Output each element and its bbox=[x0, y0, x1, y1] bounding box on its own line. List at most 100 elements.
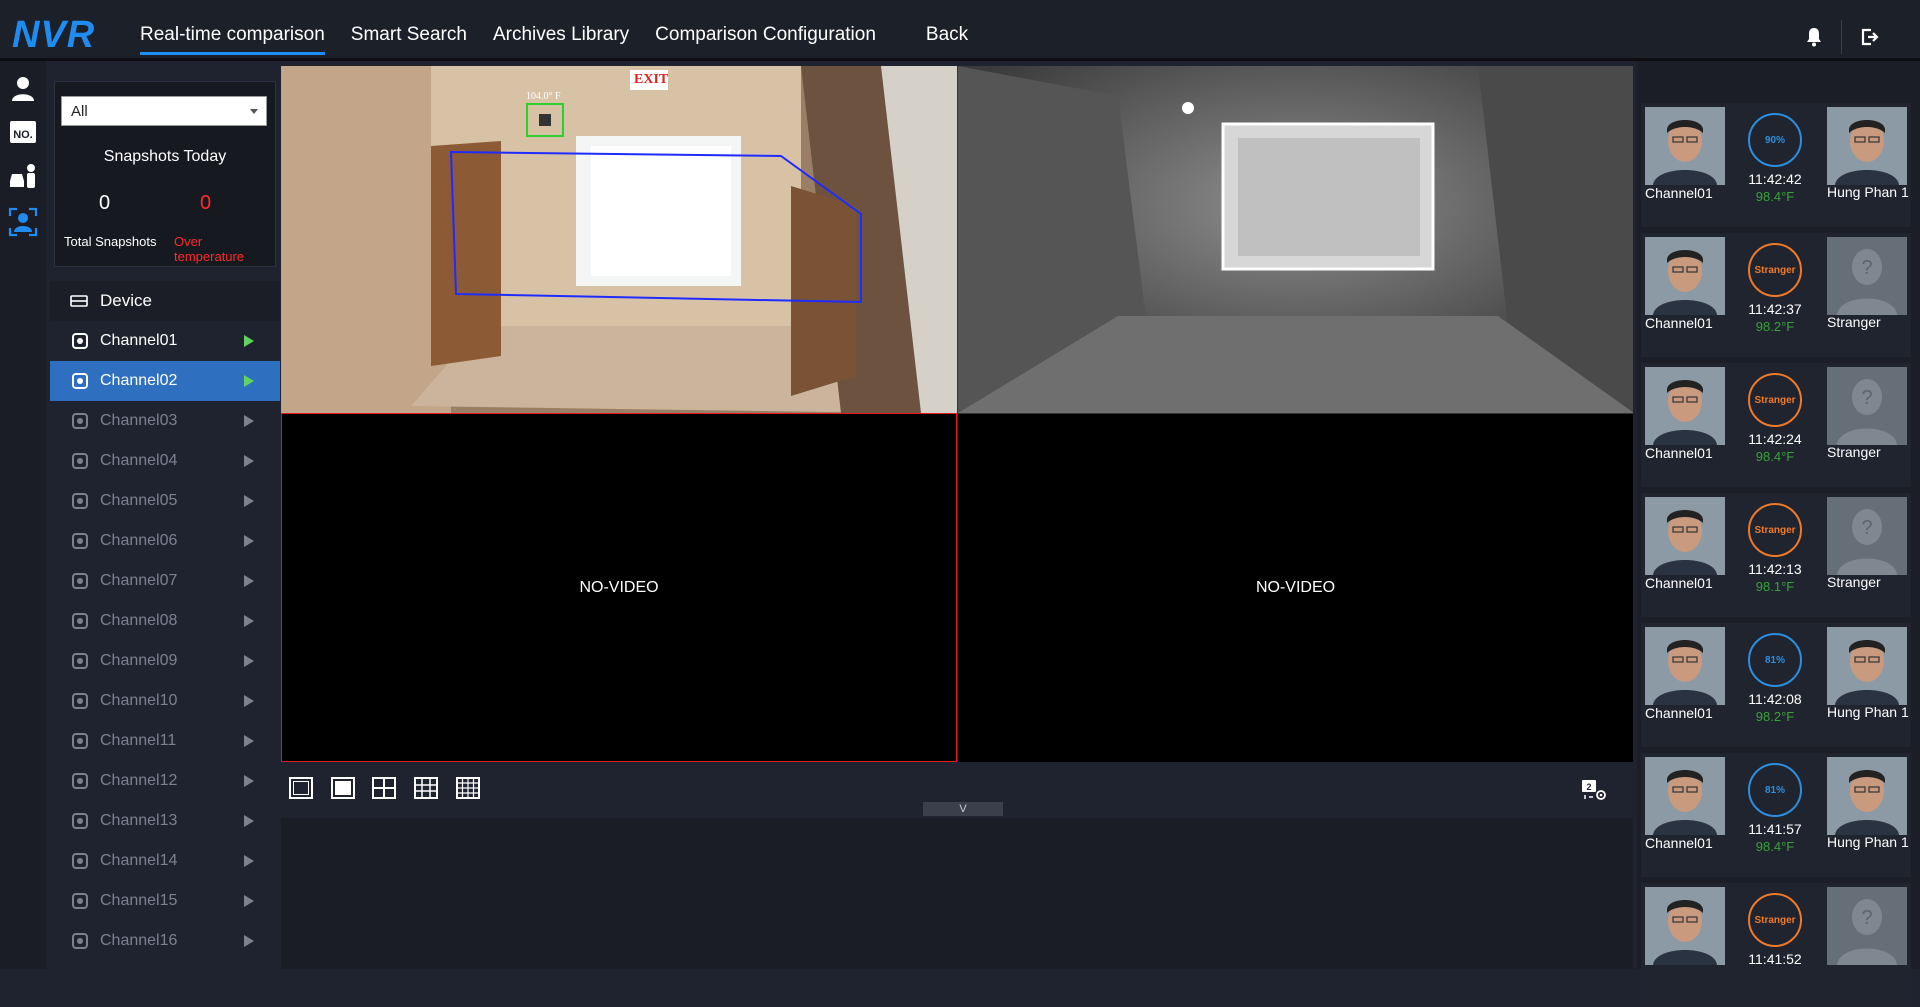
camera-icon bbox=[72, 853, 88, 869]
channel-item[interactable]: Channel09 bbox=[50, 641, 280, 681]
stranger-placeholder: ? bbox=[1827, 497, 1907, 575]
play-icon[interactable] bbox=[244, 415, 254, 427]
comparison-records-panel: 90% 11:42:42 98.4°F Channel01 Hung Phan 1 Str… bbox=[1637, 61, 1920, 1007]
channel-label: Channel15 bbox=[100, 892, 178, 909]
comparison-record[interactable]: 81% 11:41:57 98.4°F Channel01 Hung Phan 1 bbox=[1641, 753, 1911, 877]
play-icon[interactable] bbox=[244, 895, 254, 907]
record-person-name: Hung Phan 1 bbox=[1827, 704, 1909, 720]
record-temperature: 98.2°F bbox=[1755, 709, 1795, 724]
layout-2x2-button[interactable] bbox=[372, 777, 396, 799]
channel-item[interactable]: Channel13 bbox=[50, 801, 280, 841]
channel-item[interactable]: Channel08 bbox=[50, 601, 280, 641]
channel-label: Channel14 bbox=[100, 852, 178, 869]
play-icon[interactable] bbox=[244, 535, 254, 547]
channel-item[interactable]: Channel02 bbox=[50, 361, 280, 401]
nvr-logo: NVR bbox=[12, 14, 96, 56]
play-icon[interactable] bbox=[244, 335, 254, 347]
channel-label: Channel02 bbox=[100, 372, 178, 389]
channel-item[interactable]: Channel04 bbox=[50, 441, 280, 481]
channel-item[interactable]: Channel05 bbox=[50, 481, 280, 521]
record-person-name: Stranger bbox=[1827, 574, 1881, 590]
snapshots-summary: All Snapshots Today 0 0 Total Snapshots … bbox=[54, 81, 276, 267]
channel-item[interactable]: Channel06 bbox=[50, 521, 280, 561]
play-icon[interactable] bbox=[244, 375, 254, 387]
play-icon[interactable] bbox=[244, 695, 254, 707]
play-icon[interactable] bbox=[244, 575, 254, 587]
channel-item[interactable]: Channel10 bbox=[50, 681, 280, 721]
play-icon[interactable] bbox=[244, 855, 254, 867]
play-icon[interactable] bbox=[244, 775, 254, 787]
svg-text:?: ? bbox=[1861, 257, 1872, 279]
play-icon[interactable] bbox=[244, 655, 254, 667]
collapse-bottom-panel-button[interactable]: V bbox=[923, 802, 1003, 816]
layout-3x3-button[interactable] bbox=[414, 777, 438, 799]
camera-icon bbox=[72, 493, 88, 509]
camera-icon bbox=[72, 413, 88, 429]
play-icon[interactable] bbox=[244, 495, 254, 507]
bell-icon[interactable] bbox=[1805, 27, 1823, 47]
record-person-name: Hung Phan 1 bbox=[1827, 834, 1909, 850]
camera-icon bbox=[72, 733, 88, 749]
display-settings-icon[interactable]: 2 bbox=[1581, 779, 1607, 801]
layout-4x4-button[interactable] bbox=[456, 777, 480, 799]
video-tile-1[interactable]: 104.0° F EXIT bbox=[281, 66, 957, 413]
tab-smart-search[interactable]: Smart Search bbox=[351, 0, 467, 61]
filter-select[interactable]: All bbox=[61, 96, 267, 126]
tab-comparison-configuration[interactable]: Comparison Configuration bbox=[655, 0, 876, 61]
over-temperature-label: Over temperature bbox=[174, 234, 245, 264]
snapshot-thumbnail bbox=[1645, 107, 1725, 185]
play-icon[interactable] bbox=[244, 815, 254, 827]
record-time: 11:42:24 bbox=[1748, 431, 1802, 447]
record-temperature: 98.4°F bbox=[1755, 449, 1795, 464]
comparison-record[interactable]: 81% 11:42:08 98.2°F Channel01 Hung Phan 1 bbox=[1641, 623, 1911, 747]
channel-item[interactable]: Channel15 bbox=[50, 881, 280, 921]
corridor-camera-view bbox=[281, 66, 957, 413]
chevron-down-icon bbox=[250, 109, 258, 114]
channel-item[interactable]: Channel16 bbox=[50, 921, 280, 961]
tab-real-time-comparison[interactable]: Real-time comparison bbox=[140, 0, 325, 61]
comparison-record[interactable]: 90% 11:42:42 98.4°F Channel01 Hung Phan 1 bbox=[1641, 103, 1911, 227]
tab-archives-library[interactable]: Archives Library bbox=[493, 0, 629, 61]
comparison-record[interactable]: Stranger 11:42:24 98.4°F Channel01? Stranger bbox=[1641, 363, 1911, 487]
device-header[interactable]: Device bbox=[50, 281, 280, 321]
channel-item[interactable]: Channel07 bbox=[50, 561, 280, 601]
snapshot-thumbnail bbox=[1645, 627, 1725, 705]
play-icon[interactable] bbox=[244, 455, 254, 467]
comparison-record[interactable]: Stranger 11:42:37 98.2°F Channel01? Stranger bbox=[1641, 233, 1911, 357]
snapshot-thumbnail bbox=[1645, 237, 1725, 315]
camera-icon bbox=[72, 373, 88, 389]
svg-text:NO.: NO. bbox=[13, 129, 33, 141]
record-temperature: 98.2°F bbox=[1755, 319, 1795, 334]
camera-icon bbox=[72, 813, 88, 829]
face-comparison-icon[interactable] bbox=[8, 207, 38, 237]
comparison-record[interactable]: Stranger 11:41:52? bbox=[1641, 883, 1911, 1007]
record-person-name: Stranger bbox=[1827, 444, 1881, 460]
play-icon[interactable] bbox=[244, 735, 254, 747]
comparison-record[interactable]: Stranger 11:42:13 98.1°F Channel01? Stranger bbox=[1641, 493, 1911, 617]
play-icon[interactable] bbox=[244, 615, 254, 627]
similarity-indicator: 81% bbox=[1748, 763, 1802, 817]
video-tile-3[interactable]: NO-VIDEO bbox=[281, 413, 957, 762]
person-icon[interactable] bbox=[8, 73, 38, 103]
svg-text:?: ? bbox=[1861, 387, 1872, 409]
snapshot-thumbnail bbox=[1645, 367, 1725, 445]
layout-1x1-button[interactable] bbox=[289, 777, 313, 799]
channel-label: Channel09 bbox=[100, 652, 178, 669]
video-tile-2[interactable] bbox=[957, 66, 1633, 413]
video-tile-4[interactable]: NO-VIDEO bbox=[957, 413, 1633, 762]
channel-item[interactable]: Channel12 bbox=[50, 761, 280, 801]
vehicle-person-icon[interactable] bbox=[8, 161, 38, 191]
plate-number-icon[interactable]: NO. bbox=[8, 117, 38, 147]
back-button[interactable]: Back bbox=[926, 0, 968, 61]
channel-item[interactable]: Channel11 bbox=[50, 721, 280, 761]
layout-single-button[interactable] bbox=[331, 777, 355, 799]
record-channel: Channel01 bbox=[1645, 315, 1713, 331]
play-icon[interactable] bbox=[244, 935, 254, 947]
channel-item[interactable]: Channel01 bbox=[50, 321, 280, 361]
channel-item[interactable]: Channel14 bbox=[50, 841, 280, 881]
channel-item[interactable]: Channel03 bbox=[50, 401, 280, 441]
channel-label: Channel12 bbox=[100, 772, 178, 789]
logout-icon[interactable] bbox=[1860, 27, 1880, 47]
record-time: 11:42:42 bbox=[1748, 171, 1802, 187]
total-snapshots-label: Total Snapshots bbox=[64, 234, 157, 249]
